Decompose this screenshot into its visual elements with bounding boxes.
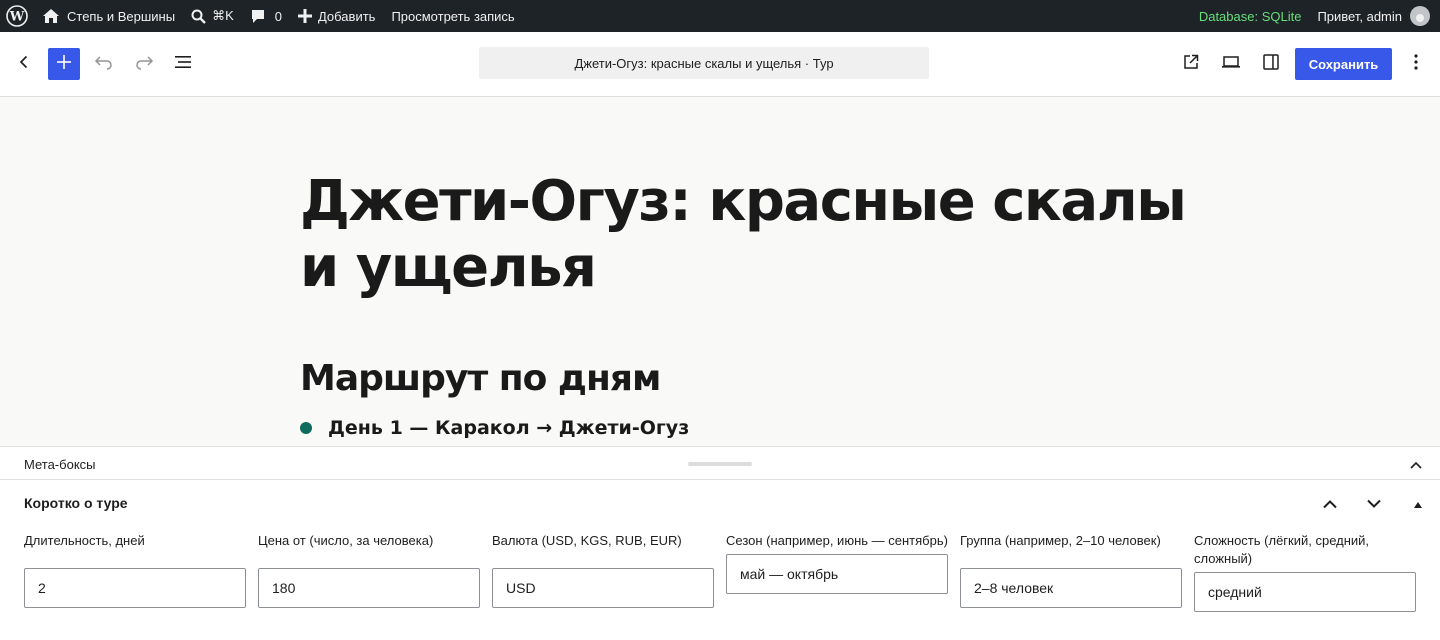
price-label: Цена от (число, за человека) [258, 533, 434, 548]
admin-bar: W Степь и Вершины ⌘K 0 Добавить Просмотр… [0, 0, 1440, 32]
preview-device-button[interactable] [1215, 48, 1247, 80]
view-post-link[interactable]: Просмотреть запись [383, 0, 522, 32]
plus-icon [297, 9, 312, 23]
options-menu-button[interactable] [1400, 48, 1432, 80]
command-palette-button[interactable]: ⌘K [183, 0, 242, 32]
chevron-up-icon [1322, 496, 1338, 514]
meta-boxes-header[interactable]: Мета-боксы [0, 447, 1440, 480]
view-post-button[interactable] [1175, 48, 1207, 80]
document-title-bar[interactable]: Джети-Огуз: красные скалы и ущелья · Тур [479, 47, 929, 79]
duration-label: Длительность, дней [24, 533, 145, 548]
back-button[interactable] [8, 48, 40, 80]
heading-block[interactable]: Маршрут по дням [300, 358, 661, 399]
season-field: Сезон (например, июнь — сентябрь) май — … [726, 532, 948, 594]
caret-up-icon [1413, 496, 1423, 514]
difficulty-input[interactable]: средний [1194, 572, 1416, 612]
duration-input[interactable]: 2 [24, 568, 246, 608]
search-icon [191, 9, 206, 24]
save-button[interactable]: Сохранить [1295, 48, 1392, 80]
difficulty-label: Сложность (лёгкий, средний, сложный) [1194, 533, 1370, 566]
chevron-left-icon [16, 54, 32, 75]
list-view-icon [174, 54, 194, 75]
site-name: Степь и Вершины [67, 8, 176, 24]
add-new-link[interactable]: Добавить [290, 0, 383, 32]
site-name-link[interactable]: Степь и Вершины [34, 0, 183, 32]
document-title: Джети-Огуз: красные скалы и ущелья · Тур [574, 55, 834, 71]
avatar [1410, 6, 1430, 26]
database-info: Database: SQLite [1191, 0, 1310, 32]
undo-button[interactable] [88, 48, 120, 80]
chevron-down-icon [1366, 496, 1382, 514]
sidebar-icon [1262, 53, 1280, 76]
save-label: Сохранить [1308, 56, 1379, 72]
currency-field: Валюта (USD, KGS, RUB, EUR) USD [492, 532, 714, 608]
duration-field: Длительность, дней 2 [24, 532, 246, 608]
meta-boxes-title: Мета-боксы [24, 457, 96, 472]
move-down-button[interactable] [1359, 490, 1389, 520]
list-item-text: День 1 — Каракол → Джети-Огуз [328, 417, 690, 439]
move-up-button[interactable] [1315, 490, 1345, 520]
post-title[interactable]: Джети-Огуз: красные скалы и ущелья [300, 169, 1200, 301]
more-vertical-icon [1414, 53, 1418, 75]
add-block-button[interactable] [48, 48, 80, 80]
settings-sidebar-button[interactable] [1255, 48, 1287, 80]
editor-canvas[interactable]: Джети-Огуз: красные скалы и ущелья Маршр… [0, 97, 1440, 446]
svg-text:W: W [9, 10, 25, 25]
bullet-icon [300, 422, 312, 434]
meta-boxes-panel: Мета-боксы Коротко о туре Длительность, … [0, 446, 1440, 640]
desktop-icon [1221, 54, 1241, 75]
season-label: Сезон (например, июнь — сентябрь) [726, 533, 948, 548]
price-input[interactable]: 180 [258, 568, 480, 608]
chevron-up-icon[interactable] [1406, 455, 1426, 475]
redo-button[interactable] [128, 48, 160, 80]
external-link-icon [1182, 53, 1200, 76]
comment-icon [250, 8, 266, 24]
group-label: Группа (например, 2–10 человек) [960, 533, 1161, 548]
wordpress-logo-icon[interactable]: W [0, 0, 34, 32]
metabox-title: Коротко о туре [24, 495, 128, 511]
comments-count: 0 [274, 8, 282, 24]
group-input[interactable]: 2–8 человек [960, 568, 1182, 608]
search-shortcut: ⌘K [212, 8, 234, 23]
currency-input[interactable]: USD [492, 568, 714, 608]
redo-icon [134, 54, 154, 75]
view-post-label: Просмотреть запись [391, 8, 515, 24]
difficulty-field: Сложность (лёгкий, средний, сложный) сре… [1194, 532, 1416, 612]
resize-handle[interactable] [688, 462, 752, 466]
list-item[interactable]: День 1 — Каракол → Джети-Огуз [300, 417, 689, 439]
toggle-panel-button[interactable] [1403, 490, 1433, 520]
season-input[interactable]: май — октябрь [726, 554, 948, 594]
greeting-label: Привет, admin [1317, 8, 1402, 24]
comments-link[interactable]: 0 [242, 0, 290, 32]
document-overview-button[interactable] [168, 48, 200, 80]
database-label: Database: SQLite [1198, 8, 1302, 24]
editor-header: Джети-Огуз: красные скалы и ущелья · Тур… [0, 32, 1440, 97]
price-field: Цена от (число, за человека) 180 [258, 532, 480, 608]
plus-icon [56, 54, 72, 75]
home-icon [42, 8, 60, 24]
add-new-label: Добавить [317, 8, 376, 24]
group-field: Группа (например, 2–10 человек) 2–8 чело… [960, 532, 1182, 608]
undo-icon [94, 54, 114, 75]
my-account-menu[interactable]: Привет, admin [1309, 0, 1440, 32]
currency-label: Валюта (USD, KGS, RUB, EUR) [492, 533, 682, 548]
